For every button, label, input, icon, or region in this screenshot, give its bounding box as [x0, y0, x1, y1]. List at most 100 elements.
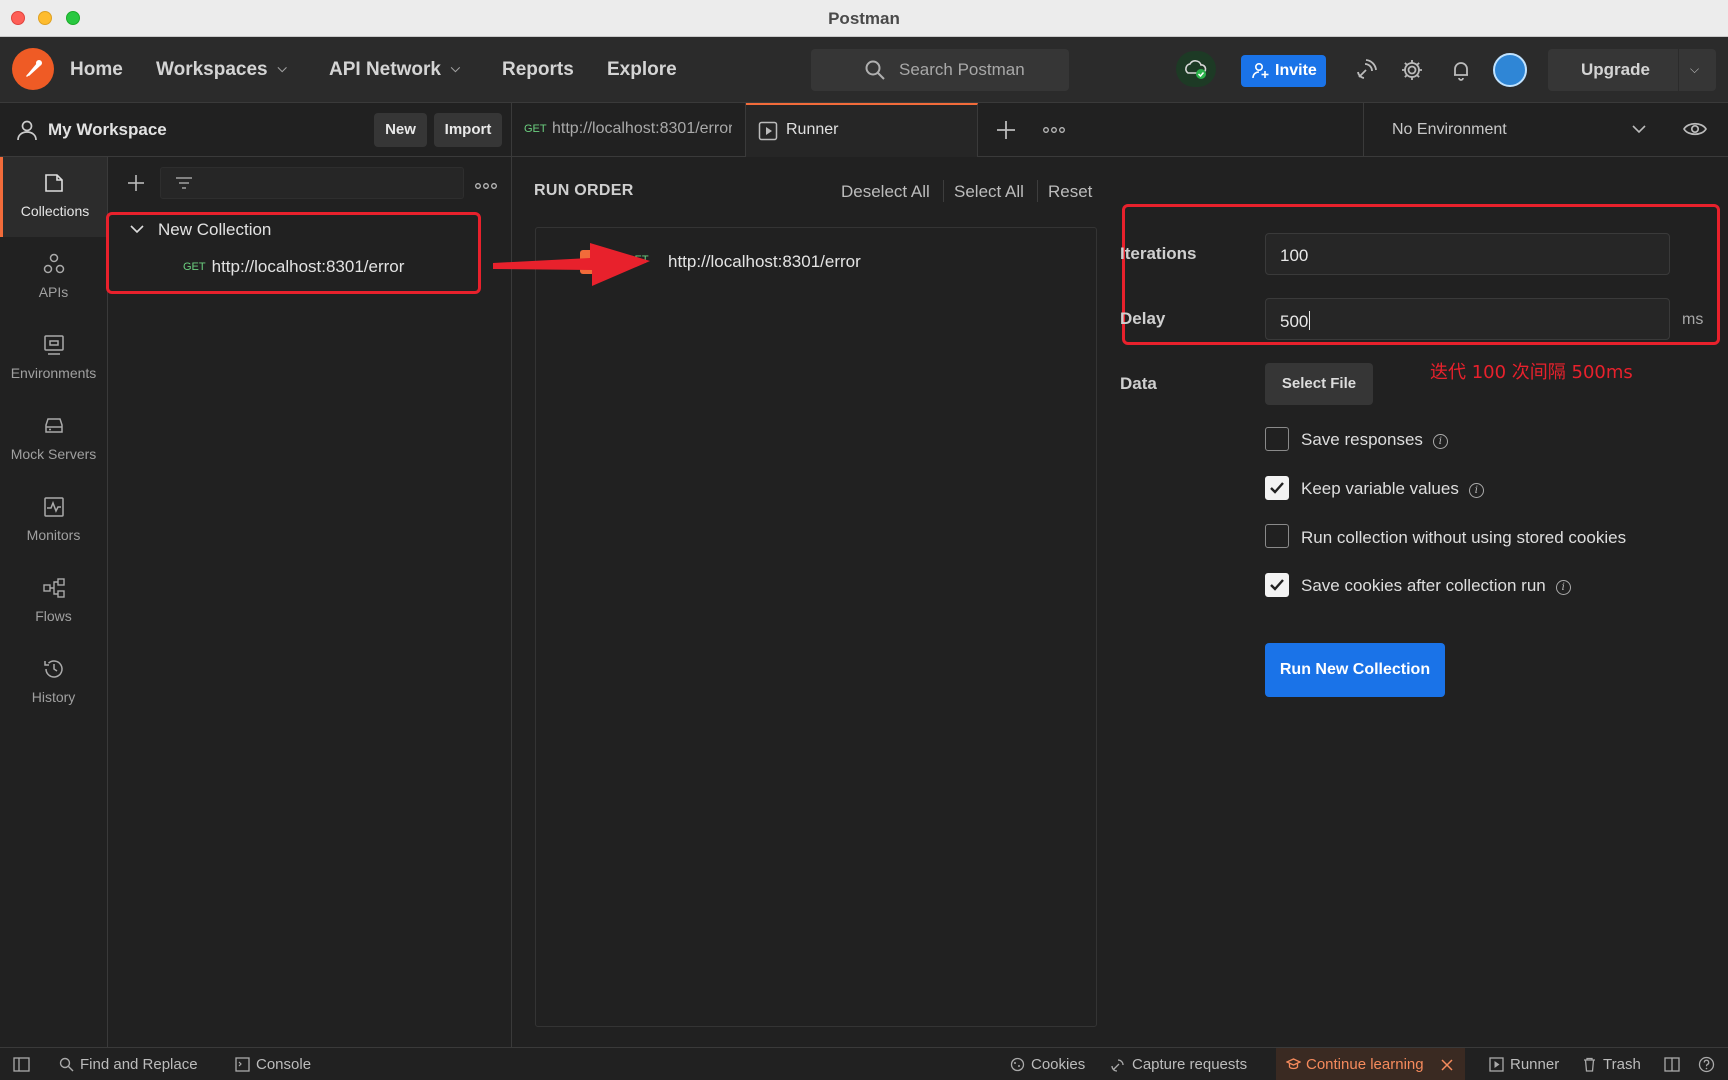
option-label: Run collection without using stored cook… — [1301, 528, 1627, 547]
sidebar-item-mock-servers[interactable]: Mock Servers — [0, 400, 107, 480]
nav-home[interactable]: Home — [70, 59, 123, 81]
chevron-down-icon[interactable]: ⌵ — [1690, 62, 1699, 77]
sidebar-item-label: Flows — [35, 608, 72, 624]
sidebar-toggle-icon[interactable] — [13, 1057, 30, 1072]
new-button[interactable]: New — [374, 113, 427, 147]
keep-variable-values-option: Keep variable values i — [1301, 479, 1484, 499]
sidebar-item-label: Environments — [10, 365, 97, 381]
sync-status-icon[interactable] — [1176, 51, 1216, 87]
help-icon[interactable] — [1698, 1056, 1715, 1073]
capture-requests-button[interactable]: Capture requests — [1111, 1056, 1247, 1073]
trash-button[interactable]: Trash — [1582, 1056, 1641, 1073]
top-header: Home Workspaces ⌵ API Network ⌵ Reports Ex… — [0, 37, 1728, 103]
avatar[interactable] — [1493, 53, 1527, 87]
rocket-icon — [26, 60, 42, 77]
workspace-name[interactable]: My Workspace — [48, 120, 167, 140]
environment-label: No Environment — [1392, 121, 1507, 138]
tab-bar: GET http://localhost:8301/error Runner N… — [512, 103, 1728, 157]
status-label: Find and Replace — [80, 1056, 198, 1073]
delay-input[interactable]: 500 — [1265, 298, 1670, 340]
status-label: Continue learning — [1306, 1056, 1424, 1073]
find-replace-button[interactable]: Find and Replace — [59, 1056, 198, 1073]
sidebar-item-label: APIs — [38, 284, 69, 300]
option-label: Keep variable values — [1301, 479, 1459, 498]
environment-selector[interactable]: No Environment — [1363, 103, 1728, 157]
run-without-cookies-checkbox[interactable] — [1265, 524, 1289, 548]
postman-logo[interactable] — [12, 48, 54, 90]
eye-icon[interactable] — [1683, 119, 1707, 139]
upgrade-button[interactable]: Upgrade ⌵ — [1548, 49, 1716, 91]
iterations-label: Iterations — [1120, 244, 1197, 263]
continue-learning-button[interactable]: Continue learning — [1276, 1048, 1465, 1080]
option-label: Save cookies after collection run — [1301, 576, 1546, 595]
runner-icon — [1489, 1057, 1504, 1072]
collections-icon — [45, 174, 63, 192]
plus-icon[interactable] — [995, 119, 1017, 141]
close-icon[interactable] — [1441, 1059, 1453, 1071]
save-responses-checkbox[interactable] — [1265, 427, 1289, 451]
trash-icon — [1584, 1057, 1595, 1072]
sidebar-item-collections[interactable]: Collections — [0, 157, 107, 237]
two-pane-icon[interactable] — [1664, 1057, 1680, 1072]
cookies-button[interactable]: Cookies — [1010, 1056, 1085, 1073]
status-label: Runner — [1510, 1056, 1560, 1073]
sidebar-item-monitors[interactable]: Monitors — [0, 481, 107, 561]
save-cookies-checkbox[interactable] — [1265, 573, 1289, 597]
link-divider — [943, 180, 944, 202]
sidebar-rail: Collections APIs Environments Mock Serve… — [0, 157, 108, 1047]
user-icon — [17, 120, 37, 141]
tab-label: Runner — [786, 121, 839, 138]
nav-workspaces[interactable]: Workspaces ⌵ — [156, 59, 287, 81]
iterations-input[interactable]: 100 — [1265, 233, 1670, 275]
keep-variable-values-checkbox[interactable] — [1265, 476, 1289, 500]
plus-icon[interactable] — [127, 174, 145, 192]
nav-api-network[interactable]: API Network ⌵ — [329, 59, 460, 81]
info-icon[interactable]: i — [1555, 580, 1571, 595]
collections-filter-input[interactable] — [160, 167, 464, 199]
console-button[interactable]: Console — [235, 1056, 311, 1073]
info-icon[interactable]: i — [1468, 483, 1484, 498]
run-collection-button[interactable]: Run New Collection — [1265, 643, 1445, 697]
delay-value: 500 — [1280, 312, 1309, 331]
flows-icon — [43, 578, 65, 598]
upgrade-label: Upgrade — [1581, 60, 1650, 79]
gear-icon[interactable] — [1400, 58, 1424, 82]
status-label: Console — [256, 1056, 312, 1073]
sidebar-item-label: Monitors — [26, 527, 81, 543]
check-icon — [1270, 482, 1284, 494]
satellite-icon[interactable] — [1354, 58, 1378, 82]
sidebar-item-environments[interactable]: Environments — [0, 319, 107, 399]
nav-reports[interactable]: Reports — [502, 59, 574, 81]
import-button[interactable]: Import — [434, 113, 502, 147]
add-user-icon — [1252, 62, 1269, 79]
sidebar-item-label: Collections — [20, 203, 90, 219]
status-label: Cookies — [1031, 1056, 1086, 1073]
bell-icon[interactable] — [1449, 58, 1473, 82]
save-responses-option: Save responses i — [1301, 430, 1448, 450]
annotation-highlight-box — [106, 212, 481, 294]
status-label: Trash — [1603, 1056, 1641, 1073]
sidebar-item-history[interactable]: History — [0, 643, 107, 723]
graduation-cap-icon — [1286, 1058, 1301, 1070]
deselect-all-link[interactable]: Deselect All — [841, 182, 930, 202]
run-without-cookies-option: Run collection without using stored cook… — [1301, 528, 1626, 548]
more-icon[interactable] — [1043, 125, 1065, 135]
tab-runner[interactable]: Runner — [746, 103, 978, 157]
environments-icon — [44, 335, 64, 355]
chevron-down-icon: ⌵ — [450, 61, 461, 75]
runner-button[interactable]: Runner — [1489, 1056, 1559, 1073]
console-icon — [235, 1057, 250, 1072]
upgrade-divider — [1678, 49, 1679, 91]
invite-button[interactable]: Invite — [1241, 55, 1326, 87]
search-input[interactable]: Search Postman — [811, 49, 1069, 91]
tab-request[interactable]: GET http://localhost:8301/error — [512, 103, 746, 157]
sidebar-item-flows[interactable]: Flows — [0, 562, 107, 642]
nav-explore[interactable]: Explore — [607, 59, 677, 81]
sidebar-item-apis[interactable]: APIs — [0, 238, 107, 318]
info-icon[interactable]: i — [1432, 434, 1448, 449]
check-icon — [1270, 579, 1284, 591]
reset-link[interactable]: Reset — [1048, 182, 1092, 202]
select-file-button[interactable]: Select File — [1265, 363, 1373, 405]
more-icon[interactable] — [475, 181, 497, 191]
select-all-link[interactable]: Select All — [954, 182, 1024, 202]
